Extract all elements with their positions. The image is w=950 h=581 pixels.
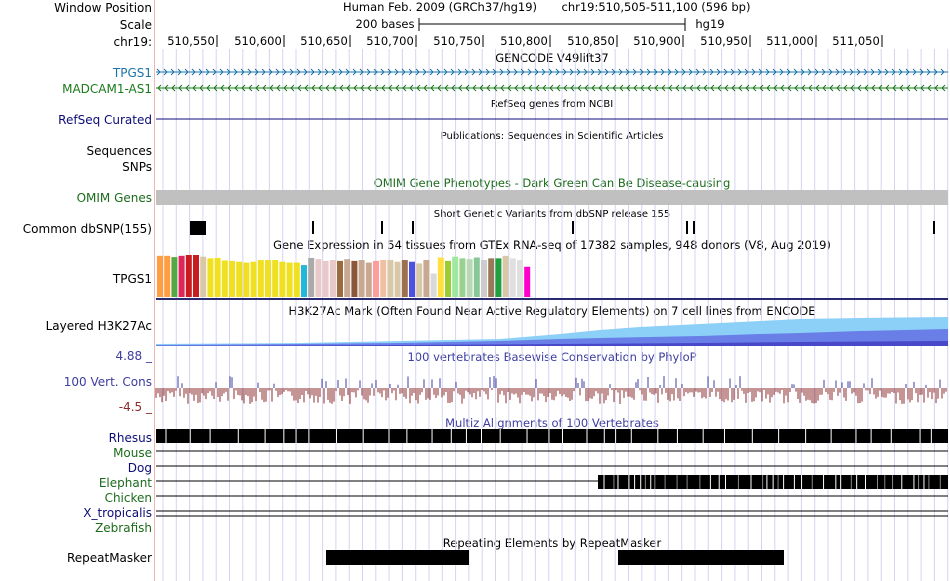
gtex-tissue-bar — [351, 260, 358, 297]
gtex-tissue-bar — [488, 258, 495, 297]
repeat-element — [618, 550, 784, 565]
dbsnp-variant — [312, 221, 314, 234]
dbsnp-variant — [686, 221, 688, 234]
gtex-tissue-bar — [365, 262, 372, 297]
gtex-tissue-bar — [279, 261, 286, 297]
gtex-tissue-bar — [157, 255, 163, 297]
gtex-tissue-bar — [445, 260, 451, 297]
gtex-tissue-bar — [214, 257, 221, 297]
gtex-tissue-bar — [293, 262, 300, 297]
gtex-tissue-bar — [423, 260, 430, 297]
gtex-tissue-bar — [171, 257, 178, 297]
gtex-tissue-bar — [524, 266, 531, 297]
gtex-tissue-bar — [221, 260, 228, 297]
dbsnp-variant — [381, 221, 383, 234]
dbsnp-variant — [572, 221, 574, 234]
gtex-tissue-bar — [164, 255, 171, 297]
tracks-canvas[interactable] — [0, 0, 950, 581]
gtex-tissue-bar — [466, 259, 473, 297]
gtex-tissue-bar — [481, 260, 487, 297]
gtex-tissue-bar — [337, 260, 343, 297]
gtex-tissue-bar — [257, 260, 264, 297]
gtex-tissue-bar — [373, 260, 379, 297]
dbsnp-variant — [412, 221, 414, 234]
multiz-rhesus-block — [156, 429, 948, 443]
gtex-tissue-bar — [430, 273, 437, 297]
genome-browser-image[interactable]: Window Position Scale chr19: Human Feb. … — [0, 0, 950, 581]
gtex-tissue-bar — [322, 260, 329, 297]
gtex-tissue-bar — [229, 260, 235, 297]
gtex-tissue-bar — [344, 259, 351, 297]
gtex-tissue-bar — [200, 256, 207, 297]
gtex-tissue-bar — [193, 255, 199, 297]
gtex-tissue-bar — [401, 260, 408, 297]
gtex-tissue-bar — [243, 262, 250, 297]
gtex-tissue-bar — [272, 260, 279, 297]
gtex-tissue-bar — [394, 261, 401, 297]
gtex-tissue-bar — [509, 258, 516, 297]
repeat-element — [326, 550, 469, 565]
gtex-tissue-bar — [380, 260, 387, 297]
gtex-tissue-bar — [358, 260, 365, 297]
gtex-tissue-bar — [459, 258, 466, 297]
gtex-tissue-bar — [416, 263, 423, 297]
gtex-tissue-bar — [315, 259, 322, 297]
gtex-tissue-bar — [495, 258, 502, 297]
gtex-tissue-bar — [517, 260, 523, 297]
dbsnp-cluster — [190, 221, 206, 235]
gtex-tissue-bar — [236, 261, 243, 297]
dbsnp-variant — [693, 221, 695, 234]
gtex-tissue-bar — [409, 261, 415, 297]
gtex-tissue-bar — [437, 257, 444, 297]
omim-phenotype-bar — [156, 190, 948, 205]
gtex-tissue-bar — [178, 255, 185, 297]
gtex-tissue-bar — [329, 260, 336, 297]
gtex-tissue-bar — [502, 255, 509, 297]
gtex-tissue-bar — [308, 257, 315, 297]
gtex-tissue-bar — [250, 261, 257, 297]
gtex-tissue-bar — [301, 265, 307, 297]
gtex-tissue-bar — [207, 258, 214, 297]
gtex-tissue-bar — [265, 260, 271, 297]
dbsnp-variant — [933, 221, 935, 234]
gtex-tissue-bar — [452, 256, 459, 297]
gtex-tissue-bar — [185, 255, 192, 297]
gtex-tissue-bar — [473, 257, 480, 297]
gtex-tissue-bar — [387, 260, 394, 297]
gtex-tissue-bar — [286, 262, 293, 297]
